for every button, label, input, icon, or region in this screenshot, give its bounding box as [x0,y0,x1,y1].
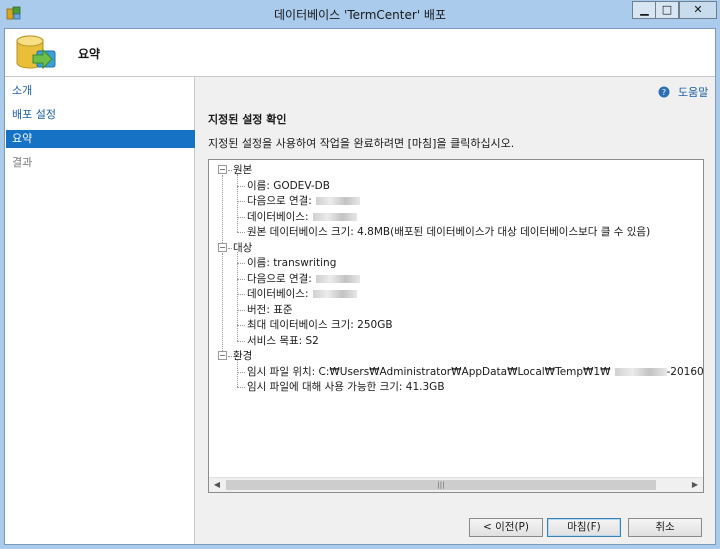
instruction-text: 지정된 설정을 사용하여 작업을 완료하려면 [마침]을 클릭하십시오. [208,137,515,150]
tree-item-label: 원본 데이터베이스 크기: 4.8MB(배포된 데이터베이스가 대상 데이터베이… [247,226,651,238]
tree-connector [237,360,238,387]
tree-item-label: 이름: GODEV-DB [247,179,330,192]
minimize-button[interactable]: ▁ [632,1,656,19]
tree-connector [228,247,232,249]
tree-connector [237,278,245,280]
tree-connector [237,232,245,233]
redacted-value [312,290,357,298]
tree-item[interactable]: 임시 파일 위치: C:₩Users₩Administrator₩AppData… [247,364,703,379]
tree-connector [237,174,238,232]
tree-connector [222,175,223,243]
tree-connector [237,216,245,218]
window-title: 데이터베이스 'TermCenter' 배포 [273,8,447,22]
wizard-nav: 소개 배포 설정 요약 결과 [5,77,195,544]
redacted-value [315,274,360,283]
page-header: 요약 [5,29,715,77]
tree-view: − 원본 이름: GODEV-DB 다음으로 연결: 데이터베이스: 원본 데이터베이스 … [209,160,703,478]
tree-connector [228,356,232,357]
tree-item-label: 다음으로 연결: [247,272,312,285]
nav-item-results: 결과 [12,156,33,169]
help-label: 도움말 [678,86,709,99]
redacted-value [315,197,360,205]
tree-connector [237,309,245,311]
tree-item[interactable]: 임시 파일에 대해 사용 가능한 크기: 41.3GB [247,379,445,394]
help-icon: ? [658,86,670,98]
tree-item-label: 데이터베이스: [247,288,309,300]
tree-item-suffix: -20160409151002 [666,365,704,378]
scroll-left-arrow-icon[interactable]: ◀ [209,478,225,492]
tree-item[interactable]: 버전: 표준 [247,302,293,317]
previous-button[interactable]: < 이전(P) [469,518,543,537]
tree-item-label: 데이터베이스: [247,210,309,223]
redacted-value [312,212,357,221]
scroll-right-arrow-icon[interactable]: ▶ [687,478,703,492]
tree-item[interactable]: 이름: GODEV-DB [247,178,330,193]
tree-connector [237,263,245,264]
tree-connector [237,294,245,295]
maximize-button[interactable]: □ [655,1,679,19]
nav-item-summary[interactable]: 요약 [6,130,195,148]
tree-connector [237,201,245,202]
finish-button[interactable]: 마침(F) [547,518,621,537]
tree-item[interactable]: 다음으로 연결: [247,193,360,208]
close-icon: ✕ [693,3,703,16]
tree-group-label[interactable]: 원본 [233,162,252,177]
tree-connector [237,325,245,326]
tree-item[interactable]: 다음으로 연결: [247,271,360,286]
nav-item-intro[interactable]: 소개 [6,82,195,100]
maximize-icon: □ [661,3,673,16]
tree-connector [228,170,232,171]
dialog-frame: 요약 소개 배포 설정 요약 결과 ? 도움말 지정된 설정 확인 지정된 설정… [4,28,716,545]
tree-group-label[interactable]: 대상 [233,240,252,255]
tree-item[interactable]: 원본 데이터베이스 크기: 4.8MB(배포된 데이터베이스가 대상 데이터베이… [247,224,650,239]
help-link[interactable]: ? 도움말 [658,84,708,100]
minimize-icon: ▁ [640,3,649,16]
svg-text:?: ? [662,88,666,97]
cancel-button[interactable]: 취소 [628,518,702,537]
database-deploy-icon [16,35,56,70]
tree-connector [237,371,245,373]
nav-item-deploy-settings[interactable]: 배포 설정 [6,106,195,124]
page-title: 요약 [78,47,101,61]
tree-item-label: 이름: transwriting [247,257,337,269]
deploy-database-window: 데이터베이스 'TermCenter' 배포 ▁ □ ✕ 요약 소개 배포 설정… [0,0,720,549]
tree-item-label: 임시 파일에 대해 사용 가능한 크기: 41.3GB [247,381,445,393]
tree-item[interactable]: 최대 데이터베이스 크기: 250GB [247,317,393,332]
tree-item-label: 최대 데이터베이스 크기: 250GB [247,319,393,331]
tree-collapse-icon[interactable]: − [218,165,227,174]
section-title: 지정된 설정 확인 [208,113,287,126]
tree-item[interactable]: 데이터베이스: [247,209,357,224]
tree-collapse-icon[interactable]: − [218,351,227,360]
tree-connector [222,252,223,351]
tree-item[interactable]: 데이터베이스: [247,286,357,301]
tree-connector [237,340,245,342]
tree-item[interactable]: 서비스 목표: S2 [247,333,319,348]
redacted-value [614,367,667,376]
tree-connector [237,387,245,388]
horizontal-scrollbar[interactable]: ◀ ||| ▶ [209,477,703,492]
tree-item-label: 다음으로 연결: [247,195,312,207]
tree-item-label: 버전: 표준 [247,303,293,316]
tree-item-label: 서비스 목표: S2 [247,334,319,347]
tree-connector [237,185,245,187]
title-bar[interactable]: 데이터베이스 'TermCenter' 배포 ▁ □ ✕ [0,0,720,28]
tree-group-label[interactable]: 환경 [233,348,252,363]
tree-collapse-icon[interactable]: − [218,242,227,252]
close-button[interactable]: ✕ [679,1,717,19]
scroll-thumb[interactable]: ||| [226,480,656,490]
tree-item[interactable]: 이름: transwriting [247,255,336,270]
tree-item-label: 임시 파일 위치: C:₩Users₩Administrator₩AppData… [247,365,611,378]
tree-connector [237,251,238,341]
settings-tree[interactable]: − 원본 이름: GODEV-DB 다음으로 연결: 데이터베이스: 원본 데이터베이스 … [208,159,704,493]
